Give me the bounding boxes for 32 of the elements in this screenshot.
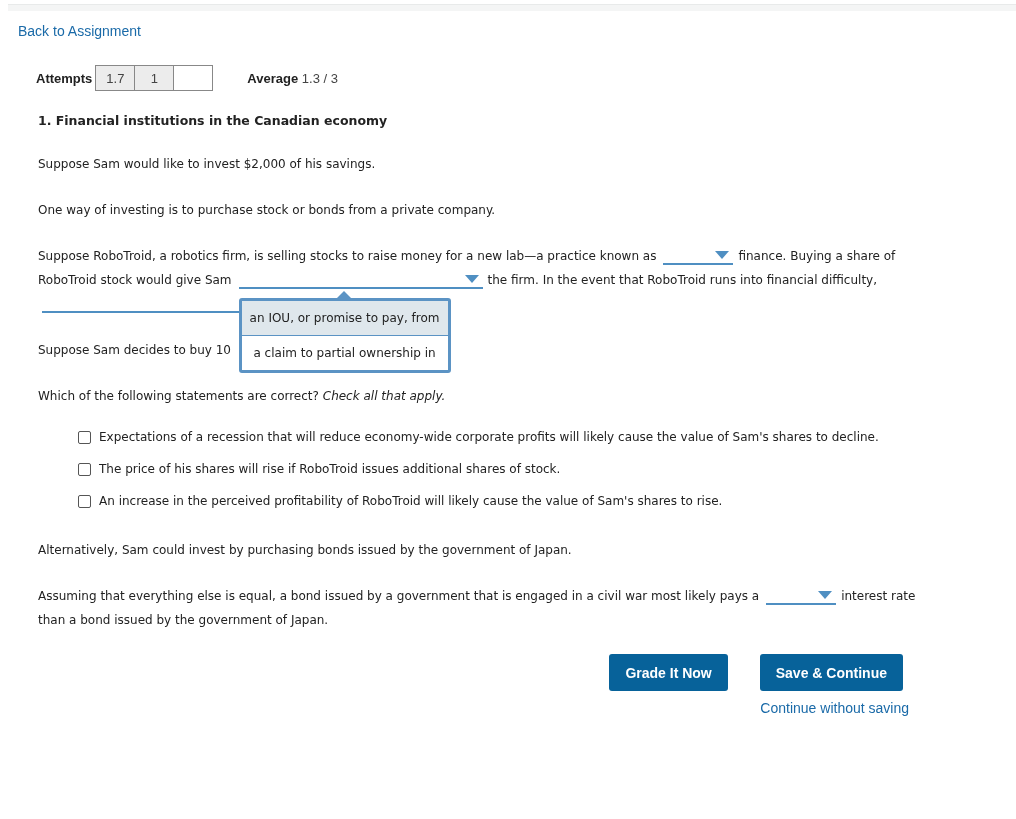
question-text: finance. Buying a share of <box>738 249 896 263</box>
question-text: Suppose Sam decides to buy 10 <box>38 343 231 357</box>
question-text: Suppose RoboTroid, a robotics firm, is selling stocks to raise money for a new lab—a practice known as <box>38 249 657 263</box>
dropdown-option[interactable]: an IOU, or promise to pay, from <box>241 301 448 335</box>
grade-button[interactable]: Grade It Now <box>609 654 728 691</box>
question-text: Suppose Sam would like to invest $2,000 of his savings. <box>38 157 376 171</box>
option-text: The price of his shares will rise if RoboTroid issues additional shares of stock. <box>99 462 561 476</box>
question-title: 1. Financial institutions in the Canadian economy <box>38 113 389 128</box>
attempts-label: Attempts <box>36 70 93 86</box>
question-text: the firm. In the event that RoboTroid runs into financial difficulty, <box>487 273 878 287</box>
attempt-score: 1 <box>134 65 175 91</box>
checkbox[interactable] <box>78 462 91 476</box>
question-text: than a bond issued by the government of Japan. <box>38 613 329 627</box>
save-continue-button[interactable]: Save & Continue <box>759 654 903 691</box>
option-text: An increase in the perceived profitability of RoboTroid will likely cause the value of Sam's shares to rise. <box>99 494 723 508</box>
caret-icon <box>818 591 833 599</box>
question-text: RoboTroid stock would give Sam <box>38 273 232 287</box>
continue-without-saving-link[interactable]: Continue without saving <box>760 700 909 716</box>
caret-icon <box>464 275 479 283</box>
option-text: Expectations of a recession that will reduce economy-wide corporate profits will likely cause the value of Sam's shares to decline. <box>99 430 879 444</box>
caret-icon <box>715 251 730 259</box>
question-text: One way of investing is to purchase stock or bonds from a private company. <box>38 203 496 217</box>
checkbox[interactable] <box>78 430 91 444</box>
question-text: Which of the following statements are correct? Check all that apply. <box>38 389 446 403</box>
attempt-score: 1.7 <box>95 65 136 91</box>
question-text: interest rate <box>841 589 916 603</box>
average-score: Average 1.3 / 3 <box>247 70 338 86</box>
checkbox[interactable] <box>78 494 91 508</box>
back-to-assignment-link[interactable]: Back to Assignment <box>18 23 141 39</box>
question-text: Alternatively, Sam could invest by purchasing bonds issued by the government of Japan. <box>38 543 572 557</box>
dropdown-option[interactable]: a claim to partial ownership in <box>241 335 448 370</box>
question-text: Assuming that everything else is equal, a bond issued by a government that is engaged in a civil war most likely pays a <box>38 589 760 603</box>
